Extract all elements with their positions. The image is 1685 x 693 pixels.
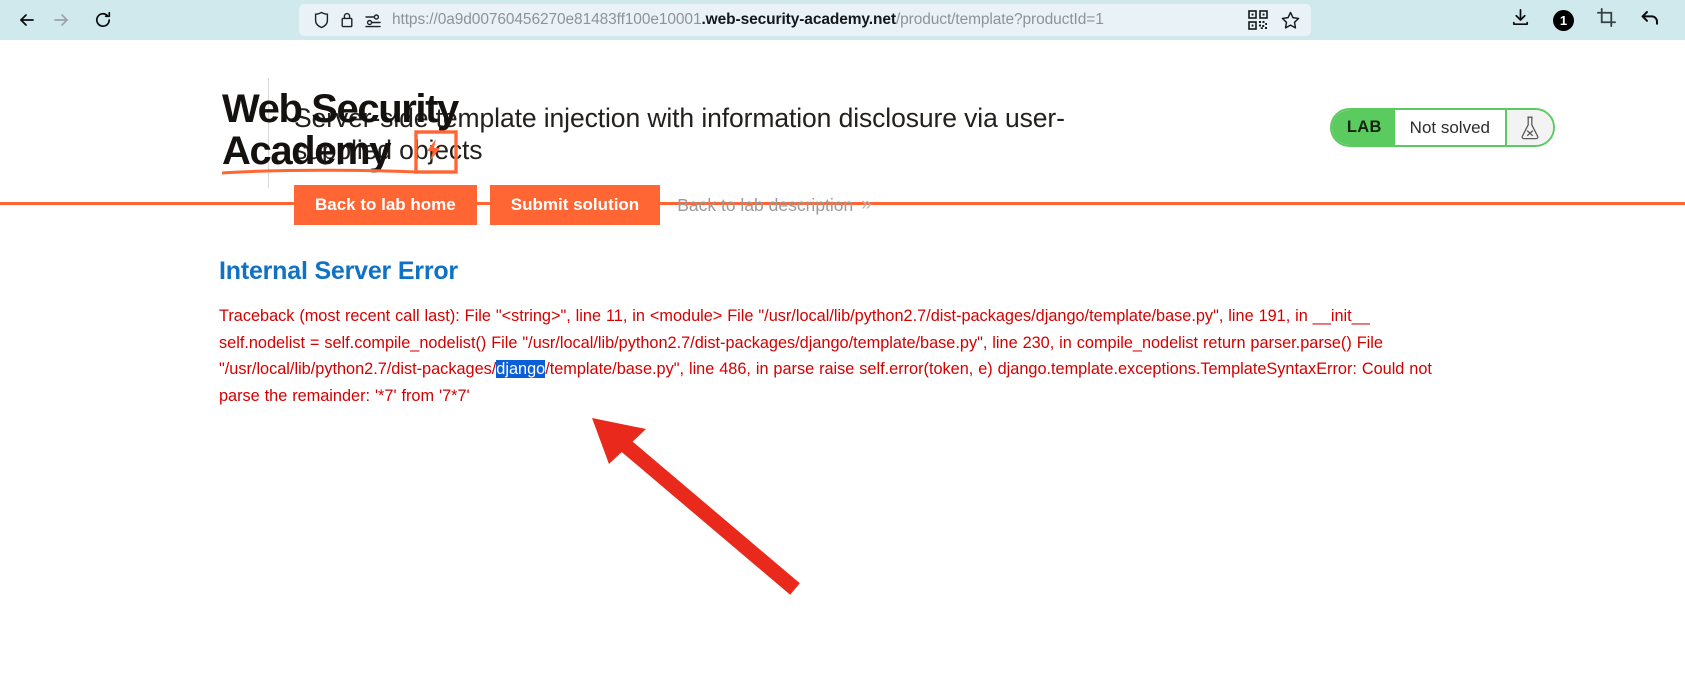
error-content: Internal Server Error Traceback (most re… xyxy=(0,205,1685,409)
back-button[interactable] xyxy=(10,3,44,37)
site-logo[interactable]: Web Security Academy xyxy=(0,54,460,178)
forward-button xyxy=(44,3,78,37)
download-button[interactable] xyxy=(1510,7,1531,33)
web-security-academy-logo: Web Security Academy xyxy=(222,87,460,175)
qr-code-icon[interactable] xyxy=(1248,10,1268,30)
flask-not-solved-icon xyxy=(1505,110,1553,145)
reload-icon xyxy=(93,10,113,30)
lock-icon[interactable] xyxy=(340,11,354,29)
url-text[interactable]: https://0a9d00760456270e81483ff100e10001… xyxy=(392,4,1238,36)
error-heading: Internal Server Error xyxy=(219,257,458,285)
status-badge-text: Not solved xyxy=(1394,110,1505,145)
address-bar[interactable]: https://0a9d00760456270e81483ff100e10001… xyxy=(299,4,1311,36)
page-permissions-icon[interactable] xyxy=(364,11,382,29)
url-path: /product/template?productId=1 xyxy=(895,11,1104,28)
url-prefix: https://0a9d00760456270e81483ff100e10001 xyxy=(392,11,702,28)
status-badge: LAB Not solved xyxy=(1329,108,1555,147)
reload-button[interactable] xyxy=(86,3,120,37)
star-bookmark-icon[interactable] xyxy=(1280,10,1301,31)
notification-badge[interactable]: 1 xyxy=(1553,9,1574,31)
svg-text:Web Security: Web Security xyxy=(222,87,460,131)
site-header: Web Security Academy Server-side templat… xyxy=(0,40,1685,225)
error-traceback: Traceback (most recent call last): File … xyxy=(0,286,1560,409)
back-arrow-icon xyxy=(17,10,37,30)
browser-actions: 1 xyxy=(1490,7,1675,34)
svg-text:Academy: Academy xyxy=(222,129,392,173)
browser-toolbar: https://0a9d00760456270e81483ff100e10001… xyxy=(0,0,1685,40)
undo-arrow-icon[interactable] xyxy=(1639,7,1661,34)
selected-text-django[interactable]: django xyxy=(496,360,546,378)
status-badge-tag: LAB xyxy=(1331,110,1395,145)
address-bar-container: https://0a9d00760456270e81483ff100e10001… xyxy=(120,0,1490,40)
forward-arrow-icon xyxy=(51,10,71,30)
page-body: Web Security Academy Server-side templat… xyxy=(0,40,1685,693)
url-domain: .web-security-academy.net xyxy=(701,11,896,28)
shield-icon[interactable] xyxy=(313,11,330,29)
crop-screenshot-icon[interactable] xyxy=(1596,7,1617,33)
